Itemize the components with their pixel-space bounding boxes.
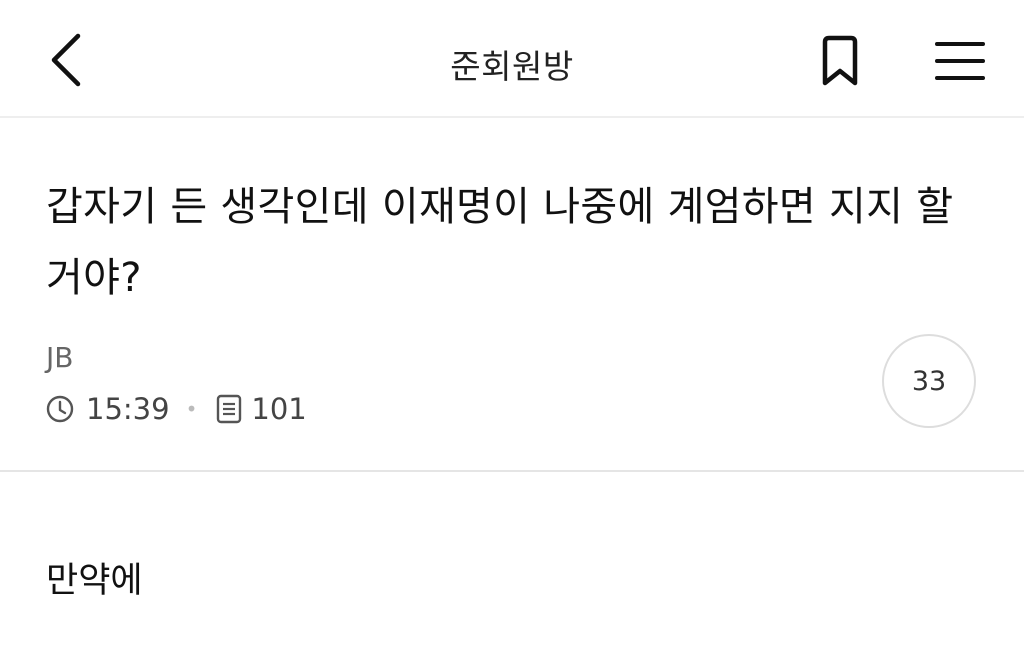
post-meta: 15:39 • 101	[44, 389, 307, 429]
document-icon	[213, 393, 245, 425]
author-name[interactable]: JB	[46, 341, 73, 374]
chevron-left-icon	[51, 33, 81, 87]
separator-dot: •	[185, 397, 198, 421]
post-body: 만약에	[46, 561, 143, 601]
back-button[interactable]	[38, 28, 94, 92]
top-bar: 준회원방	[0, 0, 1024, 118]
clock-icon	[44, 393, 76, 425]
view-count: 101	[251, 392, 307, 426]
divider	[0, 470, 1024, 472]
comment-count-button[interactable]: 33	[882, 334, 976, 428]
menu-button[interactable]	[928, 32, 992, 90]
hamburger-menu-icon	[935, 42, 985, 80]
bookmark-icon	[822, 35, 858, 86]
bookmark-button[interactable]	[810, 30, 870, 92]
post-page: 준회원방 갑자기 든 생각인데 이재명이 나중에 계엄하면 지지 할거야? JB…	[0, 0, 1024, 671]
board-title: 준회원방	[450, 47, 574, 86]
post-title: 갑자기 든 생각인데 이재명이 나중에 계엄하면 지지 할거야?	[46, 184, 954, 301]
post-time: 15:39	[86, 392, 170, 426]
